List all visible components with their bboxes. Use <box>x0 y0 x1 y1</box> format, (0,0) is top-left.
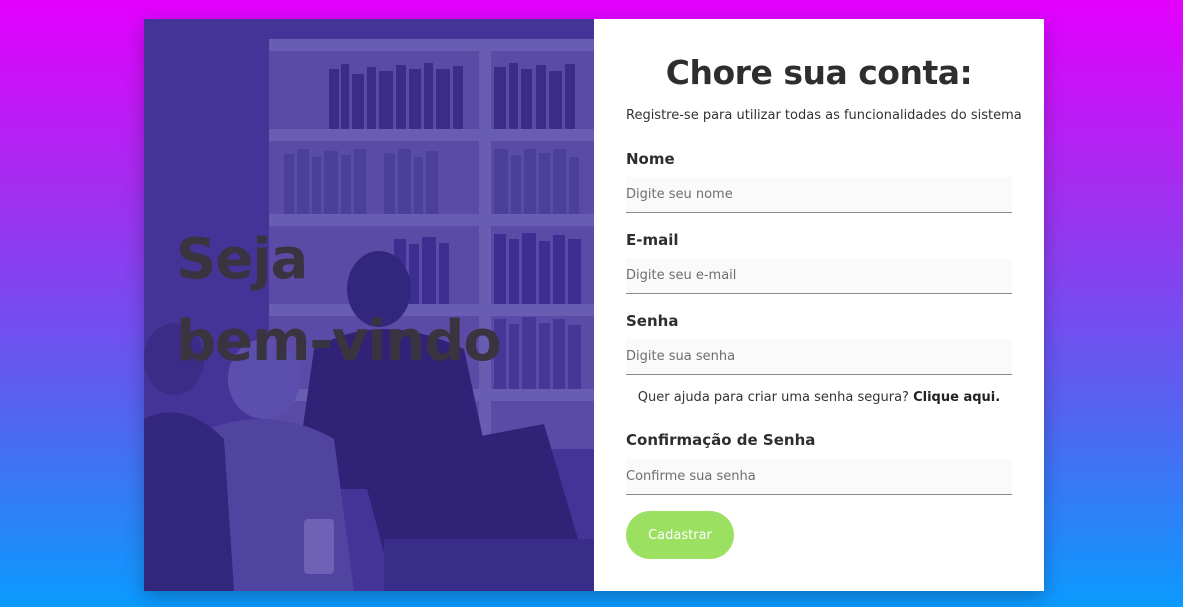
password-help-link[interactable]: Clique aqui. <box>913 390 1000 405</box>
hero-panel: Seja bem-vindo <box>144 19 594 591</box>
senha-input[interactable] <box>626 339 1012 375</box>
email-input[interactable] <box>626 258 1012 294</box>
cadastrar-button[interactable]: Cadastrar <box>626 511 734 559</box>
confirmacao-label: Confirmação de Senha <box>626 431 816 449</box>
email-label: E-mail <box>626 231 679 249</box>
senha-label: Senha <box>626 312 679 330</box>
form-subtitle: Registre-se para utilizar todas as funci… <box>626 108 1022 123</box>
confirmacao-input[interactable] <box>626 459 1012 495</box>
nome-input[interactable] <box>626 177 1012 213</box>
signup-card: Seja bem-vindo Chore sua conta: Registre… <box>144 19 1044 591</box>
hero-title-line2: bem-vindo <box>176 309 502 374</box>
form-title: Chore sua conta: <box>665 53 973 92</box>
nome-label: Nome <box>626 150 675 168</box>
hero-title-line1: Seja <box>176 227 308 292</box>
password-help-text: Quer ajuda para criar uma senha segura? <box>637 390 909 405</box>
signup-form: Chore sua conta: Registre-se para utiliz… <box>594 19 1044 591</box>
hero-title: Seja bem-vindo <box>176 219 502 383</box>
password-help: Quer ajuda para criar uma senha segura? … <box>626 390 1012 405</box>
